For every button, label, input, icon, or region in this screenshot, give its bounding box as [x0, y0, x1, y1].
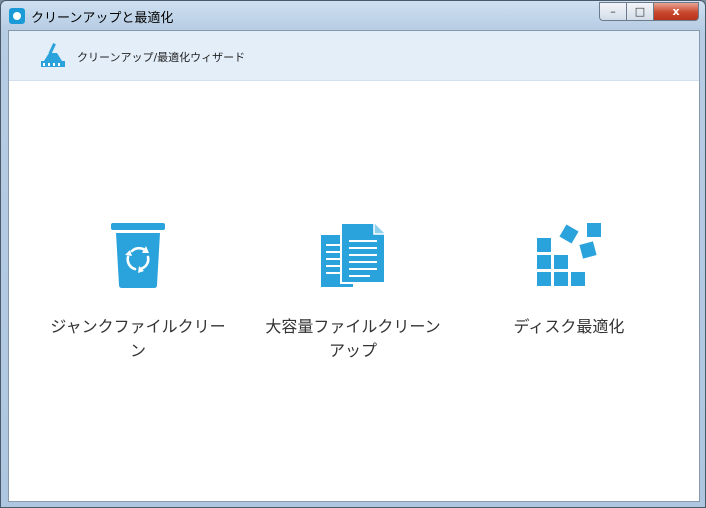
wizard-header: クリーンアップ/最適化ウィザード: [9, 31, 699, 81]
large-file-cleanup-option[interactable]: 大容量ファイルクリーンアップ: [258, 221, 448, 363]
junk-file-clean-label: ジャンクファイルクリーン: [50, 317, 226, 360]
window-controls: – □ x: [599, 2, 699, 21]
recycle-bin-icon: [111, 223, 165, 288]
minimize-button[interactable]: –: [599, 2, 627, 21]
broom-icon: [41, 43, 65, 67]
title-bar[interactable]: クリーンアップと最適化 – □ x: [1, 1, 705, 30]
app-icon: [9, 8, 25, 24]
defrag-blocks-icon: [537, 223, 601, 286]
large-file-cleanup-label: 大容量ファイルクリーンアップ: [265, 317, 441, 360]
client-area: クリーンアップ/最適化ウィザード ジャンクファイルクリーン 大容量ファイルクリー…: [8, 30, 700, 502]
main-window: クリーンアップと最適化 – □ x クリーンアップ/最適化ウィザード ジャンクフ…: [0, 0, 706, 508]
documents-icon: [321, 222, 386, 287]
window-title: クリーンアップと最適化: [31, 11, 174, 26]
junk-file-clean-option[interactable]: ジャンクファイルクリーン: [43, 221, 233, 363]
close-button[interactable]: x: [653, 2, 699, 21]
disk-defrag-option[interactable]: ディスク最適化: [474, 221, 664, 339]
wizard-title: クリーンアップ/最適化ウィザード: [77, 51, 246, 64]
maximize-button[interactable]: □: [626, 2, 654, 21]
disk-defrag-label: ディスク最適化: [513, 317, 625, 336]
